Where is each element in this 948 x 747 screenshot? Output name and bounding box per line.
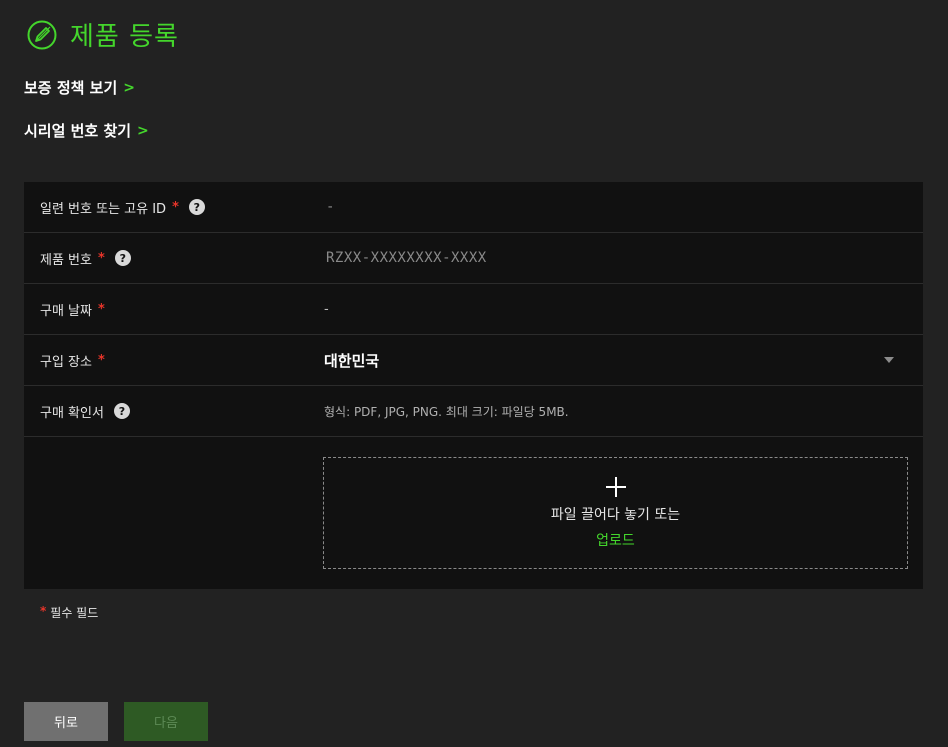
serial-input[interactable] <box>324 198 868 216</box>
receipt-hint-wrap: 형식: PDF, JPG, PNG. 최대 크기: 파일당 5MB. <box>324 386 569 436</box>
place-label-text: 구입 장소 <box>40 354 92 370</box>
serial-label-text: 일련 번호 또는 고유 ID <box>40 201 167 217</box>
receipt-label-text: 구매 확인서 <box>40 405 104 421</box>
registration-form: 일련 번호 또는 고유 ID * ? 제품 번호 * ? 구매 날짜 * <box>24 182 923 589</box>
purchase-date-field[interactable]: - <box>324 284 329 334</box>
form-row-receipt: 구매 확인서 ? 형식: PDF, JPG, PNG. 최대 크기: 파일당 5… <box>24 386 923 437</box>
file-dropzone[interactable]: 파일 끌어다 놓기 또는 업로드 <box>323 457 908 569</box>
product-number-input[interactable] <box>324 249 868 267</box>
help-icon[interactable]: ? <box>113 403 130 419</box>
required-mark: * <box>97 301 105 317</box>
required-mark: * <box>97 250 105 266</box>
required-fields-note: * 필수 필드 <box>40 604 98 621</box>
form-row-place: 구입 장소 * 대한민국 <box>24 335 923 386</box>
caret-down-icon[interactable] <box>884 357 894 363</box>
page-title: 제품 등록 <box>70 22 179 52</box>
help-icon[interactable]: ? <box>188 199 205 215</box>
product-label-text: 제품 번호 <box>40 252 92 268</box>
plus-icon <box>605 477 626 497</box>
place-select-value: 대한민국 <box>324 351 380 370</box>
warranty-policy-link-label: 보증 정책 보기 <box>24 79 118 97</box>
next-button[interactable]: 다음 <box>124 702 208 741</box>
date-label: 구매 날짜 * <box>40 284 105 334</box>
required-note-text: 필수 필드 <box>50 606 99 620</box>
page-header: 제품 등록 <box>26 16 179 53</box>
help-icon[interactable]: ? <box>114 250 131 266</box>
product-registration-page: 제품 등록 보증 정책 보기 > 시리얼 번호 찾기 > 일련 번호 또는 고유… <box>0 0 948 747</box>
product-label: 제품 번호 * ? <box>40 233 131 283</box>
product-value <box>324 233 868 283</box>
chevron-right-icon: > <box>137 122 149 139</box>
required-mark: * <box>97 352 105 368</box>
upload-link[interactable]: 업로드 <box>596 530 635 550</box>
chevron-right-icon: > <box>123 79 135 96</box>
serial-label: 일련 번호 또는 고유 ID * ? <box>40 182 205 232</box>
find-serial-link[interactable]: 시리얼 번호 찾기 > <box>24 120 149 141</box>
place-select[interactable]: 대한민국 <box>324 335 379 385</box>
purchase-date-value: - <box>324 301 329 317</box>
edit-circle-icon <box>27 20 57 49</box>
back-button[interactable]: 뒤로 <box>24 702 108 741</box>
serial-value <box>324 182 868 232</box>
receipt-label: 구매 확인서 ? <box>40 386 130 436</box>
date-label-text: 구매 날짜 <box>40 303 92 319</box>
required-mark: * <box>172 199 179 215</box>
find-serial-link-label: 시리얼 번호 찾기 <box>24 122 132 140</box>
required-mark: * <box>40 604 47 618</box>
form-row-product: 제품 번호 * ? <box>24 233 923 284</box>
dropzone-text: 파일 끌어다 놓기 또는 <box>550 507 681 523</box>
place-label: 구입 장소 * <box>40 335 105 385</box>
form-row-serial: 일련 번호 또는 고유 ID * ? <box>24 182 923 233</box>
warranty-policy-link[interactable]: 보증 정책 보기 > <box>24 77 135 98</box>
file-format-hint: 형식: PDF, JPG, PNG. 최대 크기: 파일당 5MB. <box>324 404 569 419</box>
form-row-date: 구매 날짜 * - <box>24 284 923 335</box>
